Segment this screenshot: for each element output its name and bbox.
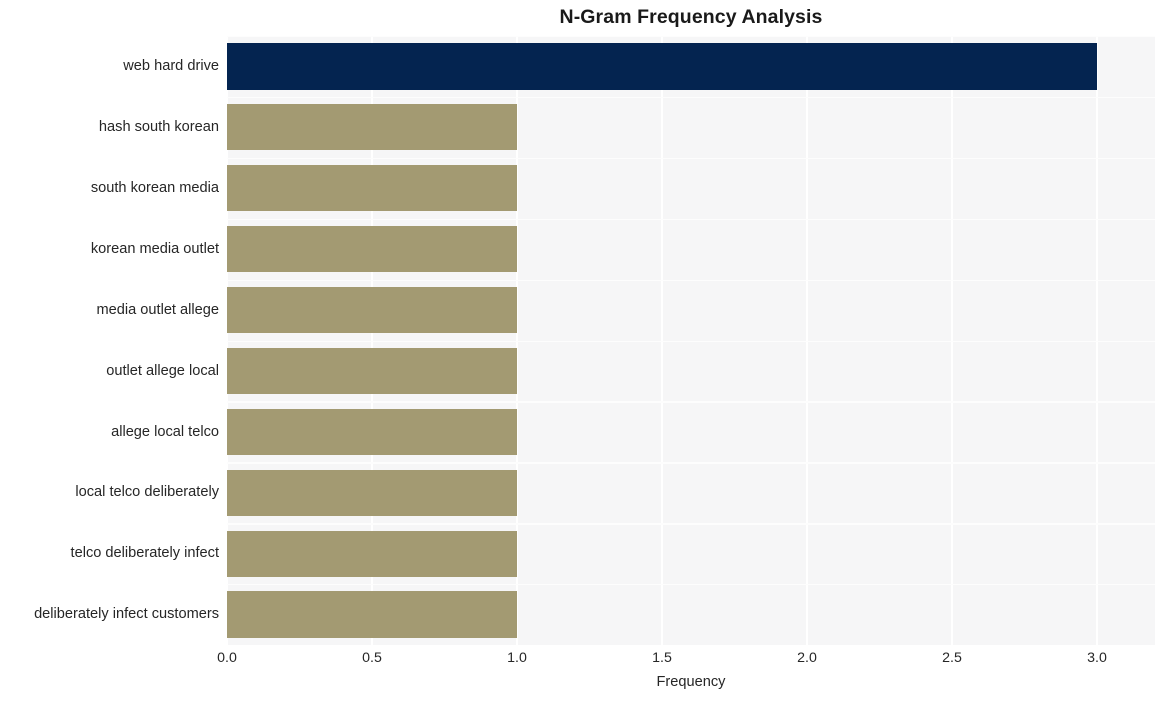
y-axis-tick-label: telco deliberately infect [70, 545, 219, 562]
bar[interactable] [227, 165, 517, 212]
chart-figure: N-Gram Frequency Analysis web hard drive… [0, 0, 1165, 701]
y-axis-tick-label: deliberately infect customers [34, 606, 219, 623]
y-gridline [227, 36, 1155, 38]
x-axis-tick-label: 1.5 [652, 650, 672, 666]
x-axis-tick-label: 2.0 [797, 650, 817, 666]
bar[interactable] [227, 43, 1097, 90]
bar[interactable] [227, 591, 517, 638]
y-gridline [227, 279, 1155, 281]
x-axis-tick-label: 1.0 [507, 650, 527, 666]
bar[interactable] [227, 347, 517, 395]
x-axis-tick-label: 3.0 [1087, 650, 1107, 666]
y-gridline [227, 96, 1155, 99]
y-gridline [227, 584, 1155, 586]
chart-title: N-Gram Frequency Analysis [559, 6, 823, 28]
plot-area [227, 36, 1155, 645]
x-axis-tick-label: 2.5 [942, 650, 962, 666]
y-axis-tick-label: local telco deliberately [75, 484, 219, 501]
y-axis-tick-label: hash south korean [98, 119, 219, 136]
y-gridline [227, 340, 1155, 342]
y-axis-tick-label: korean media outlet [90, 240, 219, 257]
x-axis-tick-label: 0.0 [217, 650, 237, 666]
y-axis-labels: web hard drive hash south korean south kor… [0, 36, 219, 645]
bar[interactable] [227, 286, 517, 334]
y-gridline [227, 157, 1155, 160]
bar[interactable] [227, 469, 517, 516]
y-axis-tick-label: south korean media [90, 179, 219, 196]
y-gridline [227, 401, 1155, 403]
y-axis-tick-label: outlet allege local [106, 362, 219, 379]
y-gridline [227, 462, 1155, 464]
y-axis-tick-label: allege local telco [111, 423, 219, 440]
x-axis-title: Frequency [656, 674, 726, 690]
y-axis-tick-label: media outlet allege [96, 301, 219, 318]
bar[interactable] [227, 226, 517, 273]
bar[interactable] [227, 104, 517, 151]
x-axis-tick-labels: 0.0 0.5 1.0 1.5 2.0 2.5 3.0 [0, 650, 1165, 674]
y-gridline [227, 523, 1155, 525]
bar[interactable] [227, 530, 517, 577]
bar[interactable] [227, 408, 517, 455]
x-axis-tick-label: 0.5 [362, 650, 382, 666]
y-axis-tick-label: web hard drive [123, 58, 219, 75]
y-gridline [227, 218, 1155, 221]
